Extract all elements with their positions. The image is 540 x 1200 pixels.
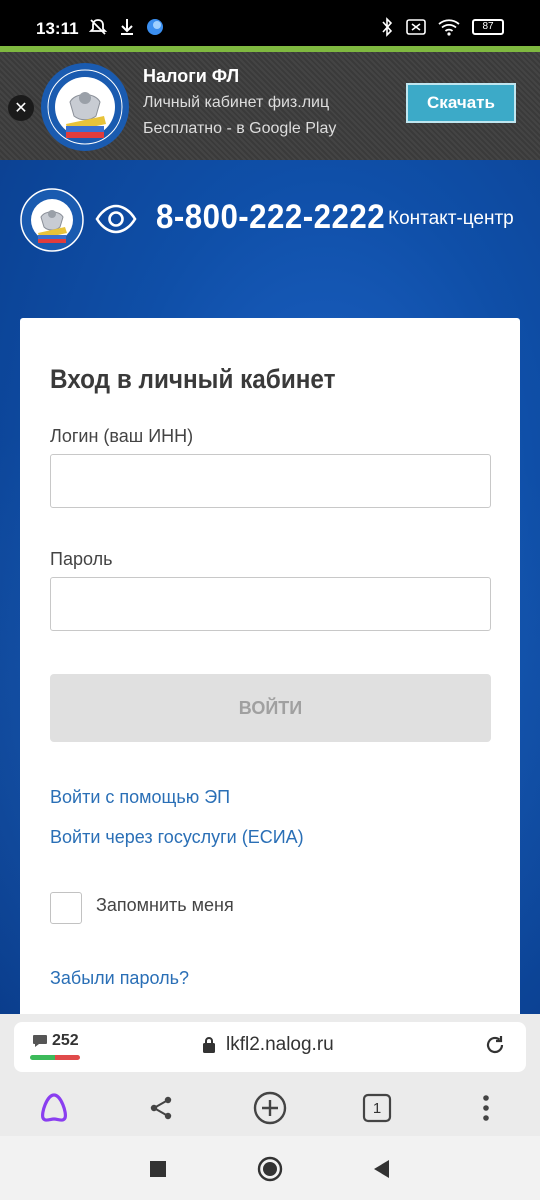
alice-icon[interactable] (34, 1088, 74, 1128)
app-install-banner: ✕ Налоги ФЛ Личный кабинет физ.лиц Беспл… (0, 52, 540, 160)
login-esia-link[interactable]: Войти через госуслуги (ЕСИА) (50, 827, 304, 848)
login-ep-link[interactable]: Войти с помощью ЭП (50, 787, 230, 808)
menu-dots-icon[interactable] (466, 1088, 506, 1128)
password-input[interactable] (50, 577, 491, 631)
hotline-phone[interactable]: 8-800-222-2222 (156, 198, 385, 237)
remember-me-label[interactable]: Запомнить меня (96, 895, 234, 916)
comment-icon (33, 1035, 47, 1047)
sim-icon (406, 19, 426, 35)
login-title: Вход в личный кабинет (50, 364, 336, 394)
recent-apps-icon[interactable] (145, 1156, 171, 1182)
login-input[interactable] (50, 454, 491, 508)
banner-app-title: Налоги ФЛ (143, 66, 240, 86)
home-icon[interactable] (257, 1156, 283, 1182)
banner-store-note: Бесплатно - в Google Play (143, 120, 337, 137)
browser-toolbar: 1 (0, 1080, 540, 1136)
new-tab-icon[interactable] (250, 1088, 290, 1128)
remember-me-checkbox[interactable] (50, 892, 82, 924)
back-icon[interactable] (368, 1156, 394, 1182)
reload-icon[interactable] (484, 1034, 506, 1056)
comment-count[interactable]: 252 (52, 1032, 79, 1050)
system-navigation-bar (0, 1136, 540, 1200)
login-button[interactable]: ВОЙТИ (50, 674, 491, 742)
browser-app-icon (147, 19, 163, 35)
status-bar: 13:11 87 (0, 0, 540, 46)
mute-bell-icon (88, 19, 108, 35)
download-button[interactable]: Скачать (406, 83, 516, 123)
status-time: 13:11 (36, 19, 79, 38)
url-text[interactable]: lkfl2.nalog.ru (226, 1034, 334, 1056)
password-label: Пароль (50, 549, 113, 569)
close-icon[interactable]: ✕ (8, 95, 34, 121)
banner-app-subtitle: Личный кабинет физ.лиц (143, 94, 330, 111)
login-card: Вход в личный кабинет Логин (ваш ИНН) Па… (20, 318, 520, 1038)
fns-logo-icon[interactable] (20, 188, 84, 252)
login-label: Логин (ваш ИНН) (50, 426, 194, 446)
bluetooth-icon (382, 17, 393, 37)
share-icon[interactable] (141, 1088, 181, 1128)
status-notification-icons (88, 17, 164, 37)
contact-center-link[interactable]: Контакт-центр (388, 208, 514, 230)
browser-address-bar: 252 lkfl2.nalog.ru (0, 1014, 540, 1080)
fns-emblem-icon (41, 63, 129, 151)
forgot-password-link[interactable]: Забыли пароль? (50, 968, 189, 989)
tabs-icon[interactable]: 1 (357, 1088, 397, 1128)
download-icon (121, 19, 133, 35)
tabs-count: 1 (372, 1099, 382, 1117)
battery-icon: 87 (472, 19, 504, 35)
eye-icon[interactable] (95, 204, 137, 234)
wifi-icon (438, 19, 460, 36)
url-pill[interactable]: 252 lkfl2.nalog.ru (14, 1022, 526, 1072)
lock-icon (203, 1037, 215, 1053)
site-rating-bar (30, 1055, 80, 1060)
status-system-icons: 87 (380, 17, 504, 37)
